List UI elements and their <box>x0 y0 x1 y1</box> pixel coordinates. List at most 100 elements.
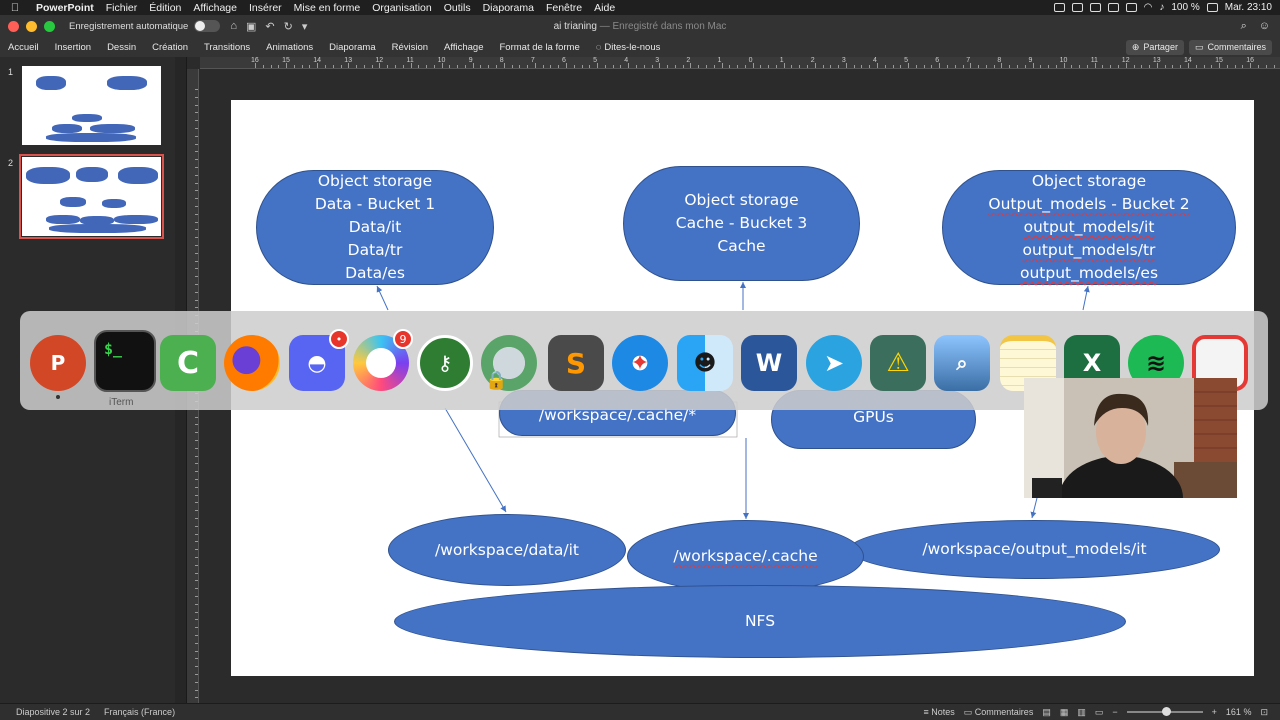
slide-thumbnail-2[interactable] <box>19 154 164 239</box>
ruler-tick <box>970 63 972 68</box>
bucket3-shape[interactable]: Object storage Cache - Bucket 3 Cache <box>623 166 860 281</box>
reading-view-icon[interactable]: ▥ <box>1077 707 1086 718</box>
menu-edition[interactable]: Édition <box>143 2 187 14</box>
app-menu[interactable]: PowerPoint <box>30 2 100 14</box>
autosave-toggle[interactable] <box>194 20 221 32</box>
status-icon[interactable] <box>1107 3 1119 12</box>
fit-slide-icon[interactable]: ⊡ <box>1260 707 1268 718</box>
tab-diaporama[interactable]: Diaporama <box>321 42 383 53</box>
comments-button[interactable]: ▭ Commentaires <box>1188 39 1272 55</box>
slide-thumbnail-1[interactable] <box>22 66 161 145</box>
zoom-level[interactable]: 161 % <box>1226 707 1252 717</box>
ruler-tick <box>869 65 871 68</box>
zoom-out-icon[interactable]: − <box>1112 707 1117 717</box>
zoom-in-icon[interactable]: + <box>1212 707 1217 717</box>
vpn-app-icon[interactable]: 🔒 <box>481 335 537 391</box>
minimize-window-icon[interactable] <box>26 20 37 32</box>
powerpoint-app-icon[interactable]: P <box>30 335 86 391</box>
redo-icon[interactable]: ↻ <box>284 20 293 33</box>
menu-diaporama[interactable]: Diaporama <box>477 2 540 14</box>
zoom-slider-knob[interactable] <box>1161 707 1171 716</box>
ruler-tick <box>195 689 198 691</box>
tab-transitions[interactable]: Transitions <box>196 42 258 53</box>
menu-mise-en-forme[interactable]: Mise en forme <box>288 2 367 14</box>
customize-toolbar-icon[interactable]: ▾ <box>302 20 308 33</box>
discord-app-icon[interactable]: ◓ • <box>289 329 349 391</box>
normal-view-icon[interactable]: ▤ <box>1042 707 1051 718</box>
ruler-tick <box>503 63 505 68</box>
status-icon[interactable] <box>1053 3 1065 12</box>
tab-dessin[interactable]: Dessin <box>99 42 144 53</box>
ruler-tick <box>195 307 198 309</box>
console-warning-app-icon[interactable]: ⚠ <box>870 335 926 391</box>
notes-toggle[interactable]: ≡ Notes <box>924 707 955 717</box>
tab-format-forme[interactable]: Format de la forme <box>492 42 588 53</box>
tab-revision[interactable]: Révision <box>384 42 436 53</box>
ruler-tick <box>195 206 198 207</box>
undo-icon[interactable]: ↶ <box>265 20 274 33</box>
battery-text[interactable]: 100 % <box>1171 2 1199 13</box>
firefox-app-icon[interactable] <box>224 335 280 391</box>
workspace-data-it-shape[interactable]: /workspace/data/it <box>388 514 626 586</box>
comments-toggle[interactable]: ▭ Commentaires <box>964 707 1034 718</box>
language-indicator[interactable]: Français (France) <box>104 707 175 717</box>
home-icon[interactable]: ⌂ <box>230 20 237 33</box>
menu-aide[interactable]: Aide <box>588 2 621 14</box>
tab-creation[interactable]: Création <box>144 42 196 53</box>
menu-organisation[interactable]: Organisation <box>366 2 438 14</box>
sublime-text-app-icon[interactable]: S <box>548 335 604 391</box>
document-name: ai trianing <box>553 20 597 32</box>
status-icon[interactable] <box>1071 3 1083 12</box>
menu-outils[interactable]: Outils <box>438 2 477 14</box>
menubar-clock[interactable]: Mar. 23:10 <box>1225 2 1272 13</box>
tab-affichage[interactable]: Affichage <box>436 42 491 53</box>
wifi-icon[interactable]: ◠ <box>1144 2 1153 13</box>
ruler-tick <box>635 65 637 68</box>
preview-app-icon[interactable]: ⌕ <box>934 335 990 391</box>
ruler-tick <box>527 65 529 68</box>
share-person-icon[interactable]: ☺ <box>1259 20 1270 33</box>
keepassxc-app-icon[interactable]: ⚷ <box>417 335 473 391</box>
camtasia-app-icon[interactable]: C <box>160 335 216 391</box>
iterm-app-icon[interactable]: $_ <box>94 330 156 392</box>
close-window-icon[interactable] <box>8 20 19 32</box>
ruler-tick <box>1133 65 1135 68</box>
ruler-tick <box>620 65 622 68</box>
status-icon[interactable] <box>1089 3 1101 12</box>
ruler-tick <box>195 447 198 449</box>
share-button[interactable]: ⊕ Partager <box>1125 39 1184 55</box>
telegram-app-icon[interactable]: ➤ <box>806 335 862 391</box>
zoom-slider[interactable] <box>1126 707 1203 716</box>
menu-affichage[interactable]: Affichage <box>187 2 243 14</box>
tab-accueil[interactable]: Accueil <box>0 42 47 53</box>
search-icon[interactable]: ⌕ <box>1241 20 1247 33</box>
nfs-shape[interactable]: NFS <box>394 585 1126 658</box>
menu-fenetre[interactable]: Fenêtre <box>540 2 588 14</box>
workspace-output-it-shape[interactable]: /workspace/output_models/it <box>849 520 1220 579</box>
bucket2-shape[interactable]: Object storage Output_models - Bucket 2 … <box>942 170 1236 285</box>
slideshow-icon[interactable]: ▭ <box>1095 707 1104 718</box>
apple-menu-icon[interactable]:  <box>0 2 30 14</box>
bucket3-line: Object storage <box>684 191 799 209</box>
tab-animations[interactable]: Animations <box>258 42 321 53</box>
slide-sorter-icon[interactable]: ▦ <box>1060 707 1069 718</box>
menu-fichier[interactable]: Fichier <box>100 2 144 14</box>
battery-icon[interactable] <box>1206 3 1218 12</box>
volume-icon[interactable]: ♪ <box>1159 2 1164 13</box>
save-icon[interactable]: ▣ <box>246 20 256 33</box>
finder-app-icon[interactable]: ☻ <box>677 335 733 391</box>
ruler-tick <box>783 63 785 68</box>
zoom-window-icon[interactable] <box>44 20 55 32</box>
ruler-tick <box>931 65 933 68</box>
tab-insertion[interactable]: Insertion <box>47 42 99 53</box>
bucket1-shape[interactable]: Object storage Data - Bucket 1 Data/it D… <box>256 170 494 285</box>
cleanmymac-app-icon[interactable]: 9 <box>353 329 413 391</box>
ruler-tick <box>195 424 198 426</box>
status-icon[interactable] <box>1125 3 1137 12</box>
menu-inserer[interactable]: Insérer <box>243 2 288 14</box>
ruler-tick <box>195 502 198 504</box>
safari-app-icon[interactable]: ✦ <box>612 335 668 391</box>
tell-me-search[interactable]: ◌ Dites-le-nous <box>588 42 669 53</box>
workspace-cache-shape[interactable]: /workspace/.cache <box>627 520 864 593</box>
word-app-icon[interactable]: W <box>741 335 797 391</box>
